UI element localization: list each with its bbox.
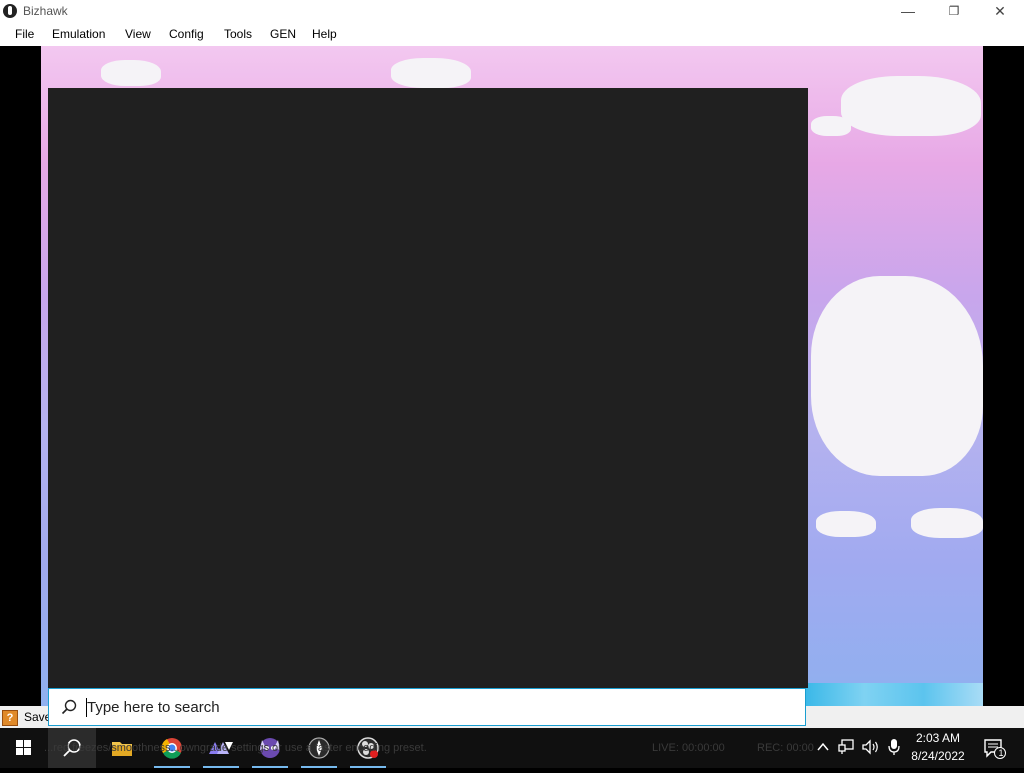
menu-tools[interactable]: Tools bbox=[224, 27, 252, 41]
warning-icon: ? bbox=[2, 710, 18, 726]
cloud-shape bbox=[391, 58, 471, 88]
menu-file[interactable]: File bbox=[15, 27, 34, 41]
notification-count-badge: 1 bbox=[998, 748, 1004, 758]
chevron-up-icon[interactable] bbox=[816, 740, 830, 754]
start-menu-panel[interactable] bbox=[48, 88, 808, 688]
obs-live-status: LIVE: 00:00:00 bbox=[652, 742, 725, 754]
title-bar: Bizhawk — ❐ ✕ bbox=[0, 0, 1024, 23]
minimize-button[interactable]: — bbox=[885, 0, 931, 23]
search-box[interactable]: Type here to search bbox=[48, 688, 806, 726]
menu-emulation[interactable]: Emulation bbox=[52, 27, 105, 41]
search-input[interactable]: Type here to search bbox=[87, 699, 220, 716]
restore-button[interactable]: ❐ bbox=[931, 0, 977, 23]
menu-help[interactable]: Help bbox=[312, 27, 337, 41]
menu-view[interactable]: View bbox=[125, 27, 151, 41]
start-button[interactable] bbox=[0, 728, 48, 768]
close-button[interactable]: ✕ bbox=[977, 0, 1023, 23]
cloud-shape bbox=[811, 116, 851, 136]
search-icon bbox=[61, 699, 77, 715]
obs-rec-status: REC: 00:00 bbox=[757, 742, 814, 754]
cloud-shape bbox=[911, 508, 983, 538]
window-title: Bizhawk bbox=[23, 4, 68, 18]
bizhawk-app-icon bbox=[3, 4, 17, 18]
game-water-strip bbox=[805, 683, 983, 706]
windows-icon bbox=[16, 740, 31, 755]
clock-date[interactable]: 8/24/2022 bbox=[903, 749, 973, 763]
cloud-shape bbox=[811, 276, 983, 476]
menu-gen[interactable]: GEN bbox=[270, 27, 296, 41]
network-icon[interactable] bbox=[837, 739, 855, 755]
cloud-shape bbox=[841, 76, 981, 136]
cloud-shape bbox=[101, 60, 161, 86]
cloud-shape bbox=[816, 511, 876, 537]
menu-bar: File Emulation View Config Tools GEN Hel… bbox=[0, 23, 1024, 46]
ghost-notification-text: ...red freezes/smoothness...owngrade set… bbox=[44, 742, 427, 754]
microphone-icon[interactable] bbox=[887, 738, 901, 756]
clock-time[interactable]: 2:03 AM bbox=[907, 731, 969, 745]
volume-icon[interactable] bbox=[861, 739, 881, 755]
menu-config[interactable]: Config bbox=[169, 27, 204, 41]
